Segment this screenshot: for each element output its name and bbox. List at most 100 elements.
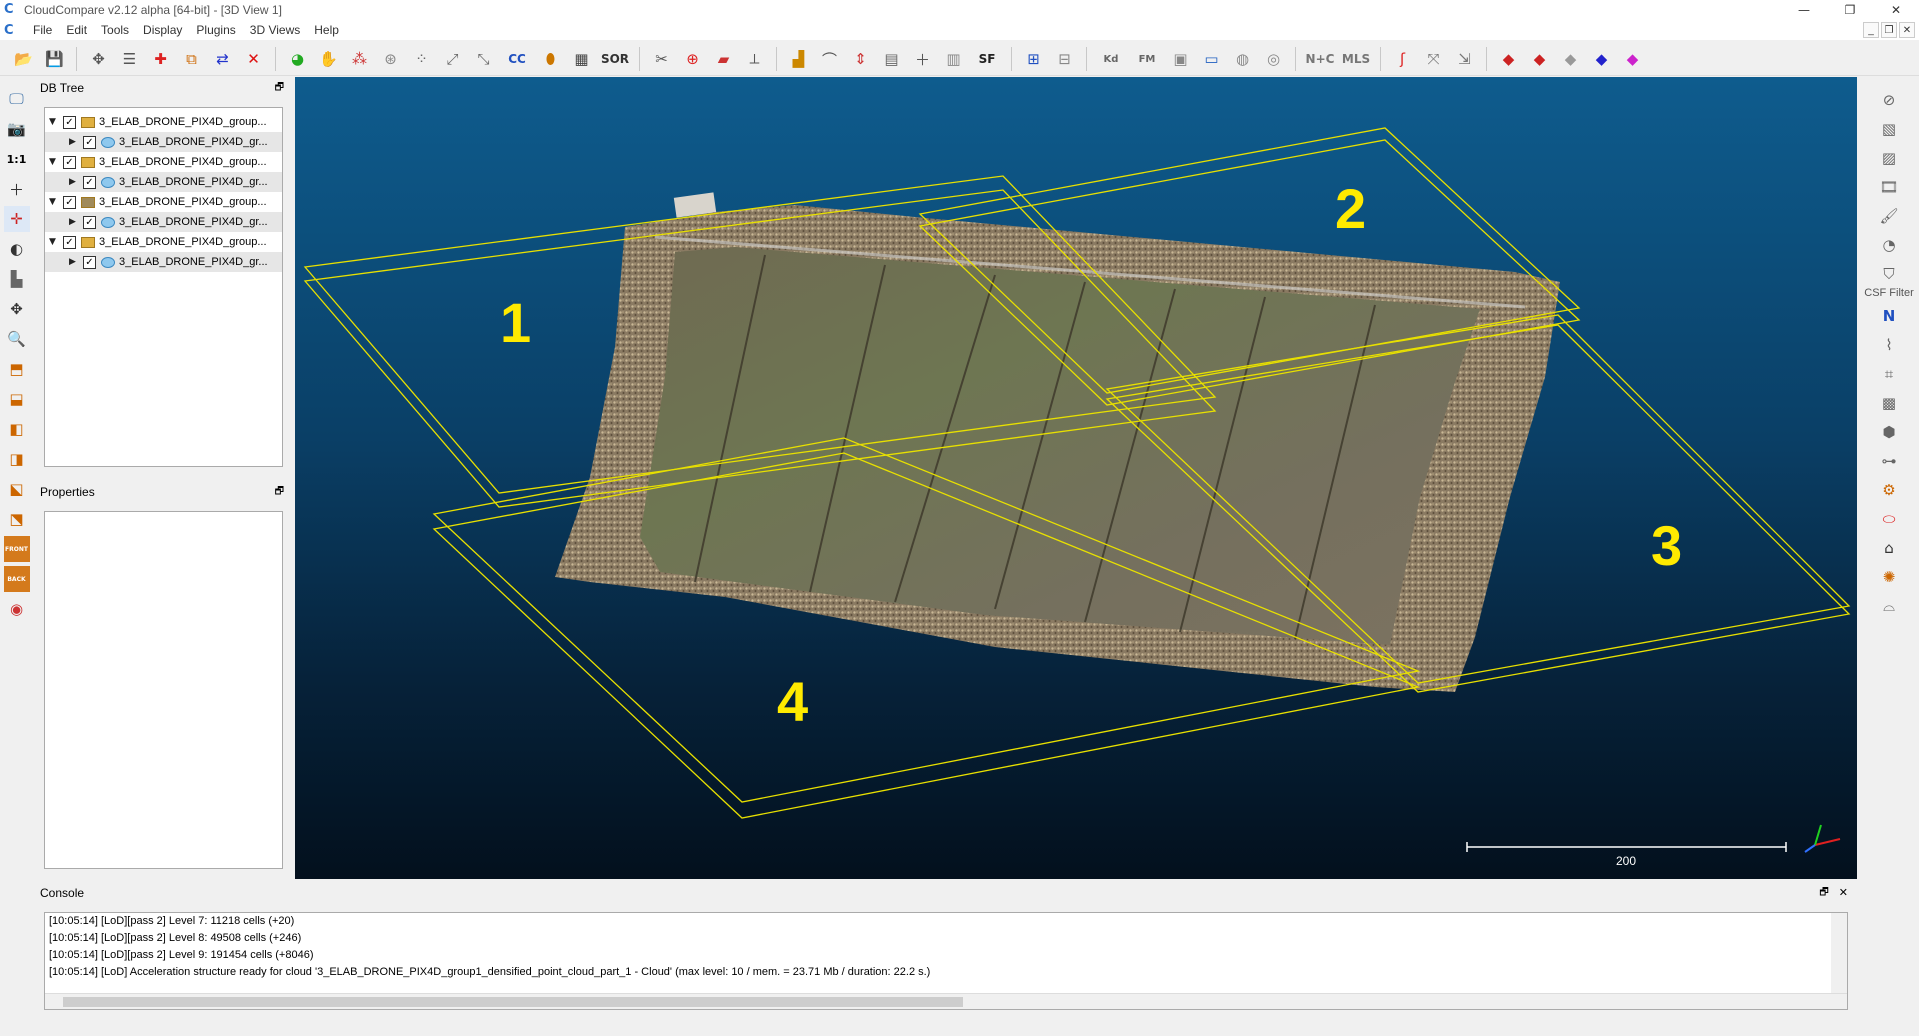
- translate-rotate-icon[interactable]: ✥: [85, 46, 112, 73]
- plane-icon[interactable]: ▰: [710, 46, 737, 73]
- segment-icon[interactable]: ✋: [315, 46, 342, 73]
- properties-panel[interactable]: [44, 511, 283, 869]
- pivot-icon[interactable]: ＋: [4, 176, 30, 202]
- histogram-icon[interactable]: ▟: [785, 46, 812, 73]
- visibility-checkbox[interactable]: ✓: [63, 235, 76, 249]
- expand-arrow-down-icon[interactable]: ▼: [49, 117, 63, 127]
- db-tree[interactable]: ▼ ✓ 3_ELAB_DRONE_PIX4D_group... ▶ ✓ 3_ELAB_DR…: [44, 107, 283, 467]
- normals-icon[interactable]: ⤢: [439, 46, 466, 73]
- close-button[interactable]: ✕: [1873, 0, 1919, 20]
- sor-icon[interactable]: SOR: [599, 46, 631, 73]
- classify-rgb3-icon[interactable]: ◆: [1588, 46, 1615, 73]
- spline-icon[interactable]: ʃ: [1389, 46, 1416, 73]
- auto-pivot-icon[interactable]: ✛: [3, 206, 30, 232]
- save-icon[interactable]: 💾: [41, 46, 68, 73]
- pot-icon[interactable]: ⬮: [537, 46, 564, 73]
- stack-icon[interactable]: ▥: [940, 46, 967, 73]
- tree-group-row[interactable]: ▼ ✓ 3_ELAB_DRONE_PIX4D_group...: [45, 152, 282, 172]
- delete-icon[interactable]: ✕: [240, 46, 267, 73]
- sphere-icon[interactable]: ◍: [1229, 46, 1256, 73]
- m3c2-icon[interactable]: ⌗: [1876, 362, 1902, 386]
- visibility-checkbox[interactable]: ✓: [83, 215, 96, 229]
- canupo-classify-icon[interactable]: ⊟: [1051, 46, 1078, 73]
- stereo-icon[interactable]: ◉: [4, 596, 30, 622]
- mdi-restore-button[interactable]: ❐: [1881, 22, 1897, 38]
- camera-icon[interactable]: 📷: [4, 116, 30, 142]
- menu-plugins[interactable]: Plugins: [189, 23, 242, 37]
- curve-icon[interactable]: ⌒: [816, 46, 843, 73]
- top-view-icon[interactable]: ⬒: [4, 356, 30, 382]
- visibility-checkbox[interactable]: ✓: [83, 135, 96, 149]
- open-icon[interactable]: 📂: [10, 46, 37, 73]
- calc-icon[interactable]: ▤: [878, 46, 905, 73]
- hpr-icon[interactable]: ⌇: [1876, 333, 1902, 357]
- expand-arrow-right-icon[interactable]: ▶: [69, 217, 83, 227]
- console-horizontal-scrollbar[interactable]: [45, 993, 1847, 1009]
- add-point-icon[interactable]: ✚: [147, 46, 174, 73]
- bottom-view-icon[interactable]: ⬔: [4, 506, 30, 532]
- console-scroll-thumb[interactable]: [63, 997, 963, 1007]
- expand-arrow-down-icon[interactable]: ▼: [49, 197, 63, 207]
- console-close-button[interactable]: ✕: [1839, 884, 1848, 902]
- visibility-checkbox[interactable]: ✓: [63, 155, 76, 169]
- move-icon[interactable]: ✥: [4, 296, 30, 322]
- points-icon[interactable]: ⁂: [346, 46, 373, 73]
- gear-icon[interactable]: ⚙: [1876, 478, 1902, 502]
- display-icon[interactable]: 🖵: [4, 86, 30, 112]
- visibility-checkbox[interactable]: ✓: [83, 175, 96, 189]
- menu-edit[interactable]: Edit: [59, 23, 94, 37]
- back-cube-icon[interactable]: ◨: [4, 446, 30, 472]
- left-view-icon[interactable]: ◧: [4, 416, 30, 442]
- settings-icon[interactable]: ✺: [1876, 565, 1902, 589]
- plus-icon[interactable]: ＋: [909, 46, 936, 73]
- scissors-icon[interactable]: ✂: [648, 46, 675, 73]
- tree-group-row[interactable]: ▼ ✓ 3_ELAB_DRONE_PIX4D_group...: [45, 192, 282, 212]
- app-menu-icon[interactable]: C: [4, 23, 18, 38]
- density-icon[interactable]: ⊛: [377, 46, 404, 73]
- film-icon[interactable]: 🎞: [1876, 175, 1902, 199]
- tree-cloud-row[interactable]: ▶ ✓ 3_ELAB_DRONE_PIX4D_gr...: [45, 172, 282, 192]
- classify-rgb-icon[interactable]: ◆: [1495, 46, 1522, 73]
- expand-arrow-down-icon[interactable]: ▼: [49, 157, 63, 167]
- screen-icon[interactable]: ▭: [1198, 46, 1225, 73]
- mdi-close-button[interactable]: ✕: [1899, 22, 1915, 38]
- fit-icon[interactable]: ⤧: [1420, 46, 1447, 73]
- north-icon[interactable]: N: [1876, 304, 1902, 328]
- classify-gray-icon[interactable]: ◆: [1557, 46, 1584, 73]
- tree-group-row[interactable]: ▼ ✓ 3_ELAB_DRONE_PIX4D_group...: [45, 232, 282, 252]
- checker-icon[interactable]: ▦: [568, 46, 595, 73]
- console-float-button[interactable]: 🗗: [1819, 884, 1828, 902]
- menu-3d-views[interactable]: 3D Views: [243, 23, 307, 37]
- mls-icon[interactable]: MLS: [1340, 46, 1372, 73]
- hexagon-icon[interactable]: ⬢: [1876, 420, 1902, 444]
- classify-rgb2-icon[interactable]: ◆: [1526, 46, 1553, 73]
- ransac-icon[interactable]: ⊶: [1876, 449, 1902, 473]
- stat-icon[interactable]: ▨: [1876, 146, 1902, 170]
- visibility-checkbox[interactable]: ✓: [63, 115, 76, 129]
- minimize-button[interactable]: —: [1781, 0, 1827, 20]
- menu-tools[interactable]: Tools: [94, 23, 136, 37]
- front-cube-icon[interactable]: ⬓: [4, 386, 30, 412]
- tree-cloud-row[interactable]: ▶ ✓ 3_ELAB_DRONE_PIX4D_gr...: [45, 212, 282, 232]
- tree-cloud-row[interactable]: ▶ ✓ 3_ELAB_DRONE_PIX4D_gr...: [45, 132, 282, 152]
- list-icon[interactable]: ☰: [116, 46, 143, 73]
- mdi-minimize-button[interactable]: _: [1863, 22, 1879, 38]
- import-icon[interactable]: ⇲: [1451, 46, 1478, 73]
- kd-icon[interactable]: Kd: [1095, 46, 1127, 73]
- zoom-icon[interactable]: 🔍: [4, 326, 30, 352]
- cc-icon[interactable]: CC: [501, 46, 533, 73]
- ellipse-icon[interactable]: ⬭: [1876, 507, 1902, 531]
- expand-arrow-down-icon[interactable]: ▼: [49, 237, 63, 247]
- ball-icon[interactable]: ◎: [1260, 46, 1287, 73]
- menu-help[interactable]: Help: [307, 23, 346, 37]
- restore-button[interactable]: ❐: [1827, 0, 1873, 20]
- menu-file[interactable]: File: [26, 23, 59, 37]
- back-view-button[interactable]: BACK: [3, 566, 30, 592]
- crosshair-icon[interactable]: ⊕: [679, 46, 706, 73]
- console-vertical-scrollbar[interactable]: [1831, 913, 1847, 993]
- console-output[interactable]: [10:05:14] [LoD][pass 2] Level 7: 11218 …: [44, 912, 1848, 1010]
- expand-arrow-right-icon[interactable]: ▶: [69, 137, 83, 147]
- menu-display[interactable]: Display: [136, 23, 189, 37]
- db-tree-float-button[interactable]: 🗗: [275, 79, 284, 97]
- mesh-icon[interactable]: ▣: [1167, 46, 1194, 73]
